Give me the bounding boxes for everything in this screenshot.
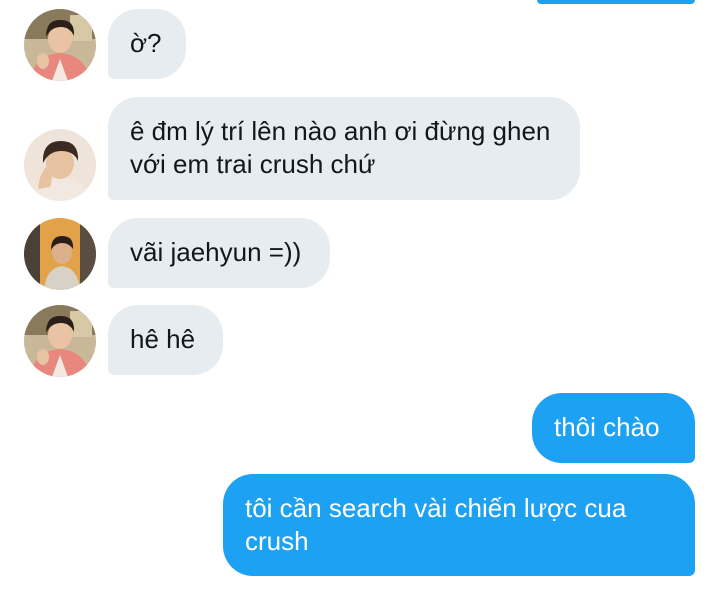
avatar-portrait-orange-background-icon: [24, 218, 96, 290]
outgoing-message-bubble[interactable]: thôi chào: [532, 393, 695, 463]
message-text: ê đm lý trí lên nào anh ơi đừng ghen với…: [130, 116, 551, 179]
message-text: vãi jaehyun =)): [130, 237, 302, 267]
incoming-message-bubble[interactable]: vãi jaehyun =)): [108, 218, 330, 288]
sender-avatar[interactable]: [24, 129, 96, 201]
incoming-message-bubble[interactable]: hê hê: [108, 305, 223, 375]
message-text: hê hê: [130, 324, 196, 354]
message-text: thôi chào: [554, 412, 660, 442]
message-thread: ờ? ê đm lý trí lên nào anh ơi đừng ghen …: [0, 0, 720, 590]
sender-avatar[interactable]: [24, 218, 96, 290]
message-text: tôi cần search vài chiến lược cua crush: [245, 493, 627, 556]
sender-avatar[interactable]: [24, 9, 96, 81]
sender-avatar[interactable]: [24, 305, 96, 377]
incoming-message-bubble[interactable]: ê đm lý trí lên nào anh ơi đừng ghen với…: [108, 97, 580, 200]
avatar-portrait-pink-shirt-icon: [24, 305, 96, 377]
avatar-portrait-hand-on-cheek-icon: [24, 129, 96, 201]
outgoing-message-bubble[interactable]: tôi cần search vài chiến lược cua crush: [223, 474, 695, 576]
incoming-message-bubble[interactable]: ờ?: [108, 9, 186, 79]
avatar-portrait-pink-shirt-icon: [24, 9, 96, 81]
previous-outgoing-bubble-edge: [537, 0, 695, 4]
message-text: ờ?: [130, 28, 162, 58]
